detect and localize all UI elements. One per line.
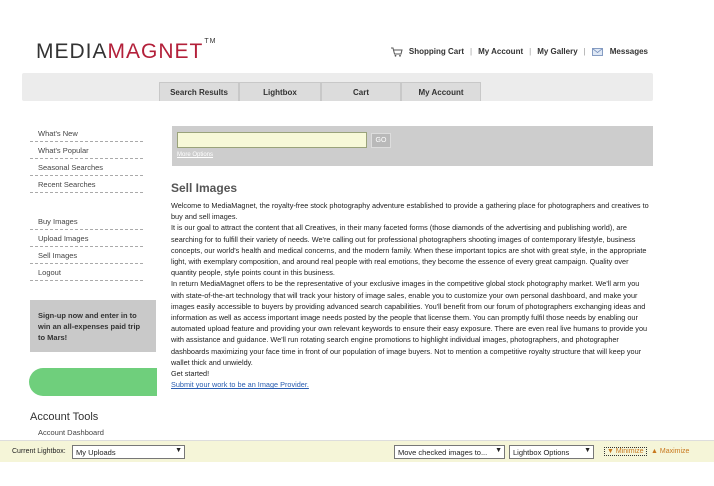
sidebar-item-sell-images[interactable]: Sell Images — [30, 247, 143, 264]
sidebar-item-whats-popular[interactable]: What's Popular — [30, 142, 143, 159]
paragraph-goal: It is our goal to attract the content th… — [171, 223, 647, 278]
sidebar-nav-browse: What's New What's Popular Seasonal Searc… — [30, 125, 143, 193]
lightbox-select-value: My Uploads — [76, 448, 116, 457]
sidebar-item-buy-images[interactable]: Buy Images — [30, 213, 143, 230]
logo[interactable]: MEDIAMAGNETTM — [36, 38, 217, 64]
envelope-icon — [591, 47, 604, 57]
minimize-icon: ▼ — [607, 448, 614, 455]
paragraph-welcome: Welcome to MediaMagnet, the royalty-free… — [171, 201, 649, 222]
separator: | — [583, 46, 586, 56]
logo-tm: TM — [204, 38, 217, 45]
tab-search-results[interactable]: Search Results — [159, 82, 239, 101]
sidebar-item-account-dashboard[interactable]: Account Dashboard — [30, 427, 143, 441]
search-input[interactable] — [177, 132, 367, 148]
go-button[interactable]: GO — [371, 133, 391, 148]
paragraph-offer: In return MediaMagnet offers to be the r… — [171, 279, 648, 367]
promo-box[interactable]: Sign-up now and enter in to win an all-e… — [30, 300, 156, 352]
sidebar-item-recent-searches[interactable]: Recent Searches — [30, 176, 143, 193]
current-lightbox-label: Current Lightbox: — [12, 448, 66, 455]
account-tools-heading: Account Tools — [30, 411, 99, 423]
paragraph-get-started: Get started! — [171, 369, 210, 379]
my-account-link[interactable]: My Account — [478, 47, 523, 56]
chevron-down-icon: ▼ — [584, 447, 591, 454]
chevron-down-icon: ▼ — [495, 447, 502, 454]
lightbox-options-select[interactable]: Lightbox Options ▼ — [509, 445, 594, 459]
minimize-label: Minimize — [615, 448, 644, 455]
move-images-select-value: Move checked images to... — [398, 448, 488, 457]
lightbox-select[interactable]: My Uploads ▼ — [72, 445, 185, 459]
move-images-select[interactable]: Move checked images to... ▼ — [394, 445, 505, 459]
cart-icon — [390, 47, 403, 57]
maximize-label: Maximize — [659, 448, 690, 455]
messages-link[interactable]: Messages — [610, 47, 648, 56]
separator: | — [470, 46, 473, 56]
tab-cart[interactable]: Cart — [321, 82, 401, 101]
promo-banner[interactable] — [29, 368, 157, 396]
tab-my-account[interactable]: My Account — [401, 82, 481, 101]
search-panel: GO More Options — [172, 126, 653, 166]
separator: | — [529, 46, 532, 56]
sidebar-item-seasonal-searches[interactable]: Seasonal Searches — [30, 159, 143, 176]
sidebar-item-logout[interactable]: Logout — [30, 264, 143, 281]
tab-lightbox[interactable]: Lightbox — [239, 82, 321, 101]
lightbox-options-select-value: Lightbox Options — [513, 448, 570, 457]
main-tabs: Search Results Lightbox Cart My Account — [159, 82, 481, 101]
maximize-button[interactable]: ▲ Maximize — [651, 448, 689, 455]
submit-work-link[interactable]: Submit your work to be an Image Provider… — [171, 380, 309, 389]
maximize-icon: ▲ — [651, 448, 658, 455]
page-title: Sell Images — [171, 181, 238, 195]
sidebar-nav-actions: Buy Images Upload Images Sell Images Log… — [30, 213, 143, 281]
my-gallery-link[interactable]: My Gallery — [537, 47, 577, 56]
more-options-link[interactable]: More Options — [177, 152, 213, 158]
sidebar-item-upload-images[interactable]: Upload Images — [30, 230, 143, 247]
top-nav: Shopping Cart | My Account | My Gallery … — [390, 46, 648, 57]
lightbox-toolbar: Current Lightbox: My Uploads ▼ Move chec… — [0, 440, 714, 462]
shopping-cart-link[interactable]: Shopping Cart — [409, 47, 464, 56]
chevron-down-icon: ▼ — [175, 447, 182, 454]
main-content: Welcome to MediaMagnet, the royalty-free… — [171, 200, 651, 390]
minimize-button[interactable]: ▼ Minimize — [604, 447, 647, 456]
logo-part1: MEDIA — [36, 40, 108, 63]
sidebar-item-whats-new[interactable]: What's New — [30, 125, 143, 142]
logo-part2: MAGNET — [107, 40, 204, 63]
